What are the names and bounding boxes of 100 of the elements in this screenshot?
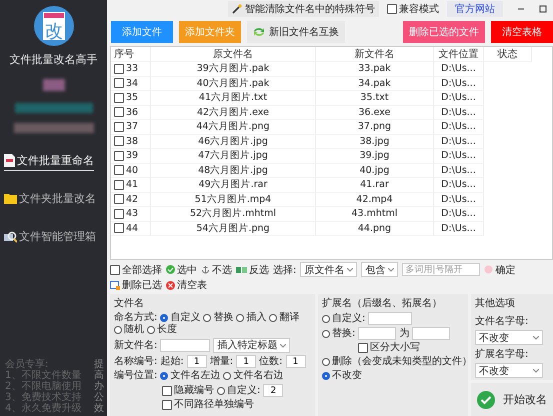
- maximize-icon[interactable]: [539, 4, 547, 12]
- naming-radio[interactable]: 插入: [236, 312, 266, 324]
- insert-title-select[interactable]: 插入特定标题: [213, 338, 290, 353]
- compat-mode-checkbox[interactable]: 兼容模式: [387, 2, 439, 16]
- check-icon: [166, 265, 175, 274]
- action-button[interactable]: 清空表格: [491, 21, 553, 43]
- table-cell: 54六月图片.png: [196, 222, 270, 235]
- column-header: 新文件名: [316, 47, 434, 62]
- caret-icon: [533, 368, 539, 372]
- table-cell: 40.jpg: [360, 164, 390, 176]
- table-cell: D:\Us...: [441, 78, 476, 89]
- naming-radio[interactable]: 替换: [203, 312, 234, 324]
- case-sensitive-checkbox[interactable]: 区分大小写: [358, 342, 420, 354]
- naming-radio[interactable]: 自定义: [160, 312, 200, 324]
- naming-radio[interactable]: 翻译: [269, 312, 300, 324]
- position-radio[interactable]: 文件名左边: [160, 370, 220, 382]
- filter-field-select[interactable]: 原文件名: [300, 262, 358, 277]
- table-cell: 34.pak: [358, 78, 391, 89]
- swap-names-button[interactable]: 新旧文件名互换: [247, 21, 345, 43]
- table-cell: 42.mp4: [356, 194, 393, 205]
- select-button[interactable]: 选中: [166, 262, 197, 276]
- row-checkbox[interactable]: 38: [114, 136, 138, 147]
- folder-icon: [4, 193, 17, 204]
- slogan: 提高办公效: [94, 359, 104, 414]
- column-header: 原文件名: [151, 47, 316, 62]
- table-cell: 35.txt: [360, 92, 389, 104]
- keyword-field[interactable]: 多词用|号隔开: [402, 263, 480, 276]
- row-checkbox[interactable]: 40: [114, 164, 138, 176]
- nav-item[interactable]: 文件智能管理箱: [4, 229, 96, 247]
- table-cell: 36.exe: [358, 106, 390, 118]
- table-cell: D:\Us...: [441, 208, 476, 220]
- row-checkbox[interactable]: 36: [114, 106, 138, 118]
- table-cell: D:\Us...: [441, 121, 476, 132]
- table-cell: 38.jpg: [360, 136, 390, 147]
- table-cell: 37.png: [358, 121, 392, 132]
- start-rename-button[interactable]: 开始改名: [471, 383, 553, 416]
- swap-icon: [253, 27, 265, 37]
- filename-case-select[interactable]: 不改变: [475, 330, 543, 345]
- row-checkbox[interactable]: 35: [114, 92, 138, 104]
- position-radio[interactable]: 自定义:: [217, 384, 260, 396]
- naming-radio[interactable]: 长度: [147, 324, 177, 336]
- delete-selected-button[interactable]: 删除已选: [110, 278, 162, 292]
- replace-from-field[interactable]: [358, 327, 396, 340]
- start-field[interactable]: 1: [186, 355, 207, 368]
- digits-field[interactable]: 1: [286, 355, 306, 368]
- row-checkbox[interactable]: 34: [114, 78, 138, 89]
- position-radio[interactable]: 文件名右边: [223, 370, 284, 382]
- extension-radio[interactable]: 不改变: [322, 370, 362, 382]
- extension-case-select[interactable]: 不改变: [475, 363, 543, 378]
- select-all-checkbox[interactable]: 全部选择: [110, 262, 162, 276]
- table-cell: D:\Us...: [441, 179, 476, 190]
- filename-case-label: 文件名字母:: [475, 314, 530, 328]
- table-cell: D:\Us...: [441, 136, 476, 147]
- row-checkbox[interactable]: 41: [114, 179, 138, 190]
- table-cell: 46六月图片.jpg: [198, 134, 268, 148]
- extension-radio[interactable]: 删除（会变成未知类型的文件）: [322, 356, 472, 368]
- new-name-field[interactable]: [160, 339, 210, 352]
- custom-position-field[interactable]: 2: [263, 384, 284, 397]
- extension-radio[interactable]: 替换:: [322, 328, 356, 340]
- row-checkbox[interactable]: 33: [114, 63, 138, 74]
- extension-radio[interactable]: 自定义:: [322, 312, 366, 324]
- nav-item[interactable]: 文件批量重命名: [4, 153, 94, 171]
- naming-radio[interactable]: 随机: [114, 324, 144, 336]
- confirm-button[interactable]: 确定: [484, 262, 516, 276]
- extension-field[interactable]: [368, 312, 412, 325]
- table-cell: D:\Us...: [441, 164, 476, 176]
- column-header: 状态: [484, 47, 532, 62]
- table-cell: 43.mhtml: [351, 208, 398, 220]
- close-icon: [166, 280, 175, 290]
- replace-with-label: 为: [399, 328, 410, 340]
- deselect-button[interactable]: 不选: [201, 262, 232, 276]
- table-cell: 44.png: [358, 222, 392, 234]
- separate-numbering-checkbox[interactable]: 不同路径单独编号: [162, 399, 254, 411]
- row-checkbox[interactable]: 44: [114, 222, 138, 234]
- filter-mode-select[interactable]: 包含: [361, 262, 398, 277]
- replace-to-field[interactable]: [412, 327, 450, 340]
- table-cell: 41.rar: [360, 179, 389, 190]
- website-link[interactable]: 官方网站: [447, 0, 503, 16]
- clean-symbols-button[interactable]: 智能清除文件名中的特殊符号: [228, 0, 379, 16]
- table-cell: D:\Us...: [441, 194, 476, 205]
- app-title: 文件批量改名高手: [10, 52, 98, 67]
- wand-icon: [232, 4, 242, 14]
- invert-button[interactable]: 反选: [236, 262, 269, 276]
- confirm-icon: [484, 265, 494, 274]
- row-checkbox[interactable]: 39: [114, 150, 138, 162]
- hide-number-checkbox[interactable]: 隐藏编号: [162, 384, 214, 396]
- member-benefit: 1、不限文件数量: [5, 370, 82, 381]
- table-cell: 42六月图片.exe: [197, 106, 269, 119]
- table-cell: D:\Us...: [441, 63, 476, 74]
- nav-item[interactable]: 文件夹批量改名: [4, 191, 96, 209]
- table-cell: 33.pak: [358, 63, 391, 74]
- row-checkbox[interactable]: 43: [114, 208, 138, 220]
- document-icon: [4, 154, 15, 167]
- clear-button[interactable]: 清空表: [166, 278, 207, 292]
- step-field[interactable]: 1: [236, 355, 256, 368]
- column-header: 序号: [111, 47, 151, 62]
- position-label: 编号位置:: [114, 370, 158, 382]
- row-checkbox[interactable]: 42: [114, 194, 138, 205]
- caret-icon: [388, 268, 394, 272]
- row-checkbox[interactable]: 37: [114, 121, 138, 132]
